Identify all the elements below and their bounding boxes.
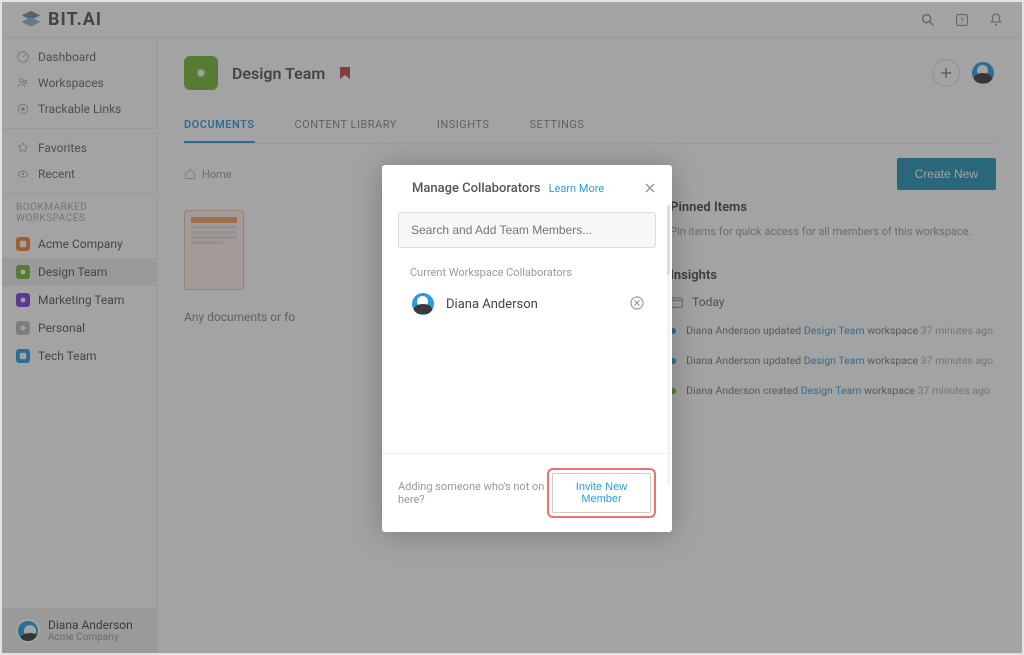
collaborators-label: Current Workspace Collaborators (382, 252, 672, 287)
invite-new-member-button[interactable]: Invite New Member (552, 473, 651, 513)
search-members-input[interactable] (398, 212, 656, 248)
close-icon (644, 182, 656, 194)
learn-more-link[interactable]: Learn More (549, 182, 605, 195)
modal-scrollbar[interactable] (667, 205, 670, 486)
modal-footer-text: Adding someone who's not on here? (398, 480, 547, 506)
invite-highlight: Invite New Member (547, 468, 656, 518)
modal-title: Manage Collaborators (412, 181, 541, 196)
close-button[interactable] (644, 179, 656, 198)
remove-icon (630, 296, 644, 310)
collaborator-avatar (410, 291, 436, 317)
collaborator-row: Diana Anderson (382, 287, 672, 323)
collaborator-name: Diana Anderson (446, 297, 538, 312)
remove-collaborator-button[interactable] (630, 295, 644, 314)
manage-collaborators-modal: Manage Collaborators Learn More Current … (382, 165, 672, 532)
